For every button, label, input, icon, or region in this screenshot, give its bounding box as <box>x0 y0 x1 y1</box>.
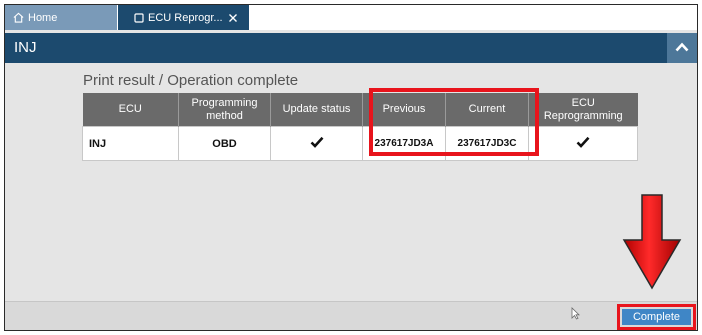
down-arrow-icon <box>622 194 682 295</box>
column-header: ECU <box>82 93 179 127</box>
page-header: INJ <box>5 33 697 63</box>
checkmark-icon <box>576 136 590 151</box>
checkmark-icon <box>310 136 324 151</box>
tab-ecu-reprogramming[interactable]: ECU Reprogr... <box>118 5 249 30</box>
column-header: ECU Reprogramming <box>528 93 638 127</box>
app-window: Home ECU Reprogr... INJ Print result / O… <box>4 4 698 331</box>
result-table: ECU Programming method Update status Pre… <box>82 93 638 161</box>
footer-bar: Complete <box>5 301 697 330</box>
ecu-reprogramming-cell <box>528 126 638 161</box>
version-highlight-box <box>369 88 539 156</box>
table-header-row: ECU Programming method Update status Pre… <box>82 93 638 127</box>
page-title: INJ <box>14 39 37 56</box>
column-header: Programming method <box>178 93 271 127</box>
complete-button[interactable]: Complete <box>622 309 691 325</box>
chevron-up-icon <box>675 39 689 57</box>
window-icon <box>134 12 144 23</box>
collapse-button[interactable] <box>667 33 697 63</box>
home-icon <box>13 12 24 23</box>
complete-highlight-box: Complete <box>617 304 696 330</box>
column-header: Update status <box>270 93 363 127</box>
ecu-cell: INJ <box>82 126 179 161</box>
tab-home[interactable]: Home <box>5 5 117 30</box>
result-title: Print result / Operation complete <box>83 72 299 89</box>
update-status-cell <box>270 126 363 161</box>
table-row: INJ OBD 237617JD3A 237617JD3C <box>82 126 638 161</box>
close-icon[interactable] <box>228 13 238 23</box>
tab-ecu-label: ECU Reprogr... <box>148 11 223 24</box>
mouse-cursor-icon <box>571 307 580 325</box>
programming-method-cell: OBD <box>178 126 271 161</box>
tab-bar: Home ECU Reprogr... <box>5 5 697 30</box>
tab-home-label: Home <box>28 11 58 24</box>
